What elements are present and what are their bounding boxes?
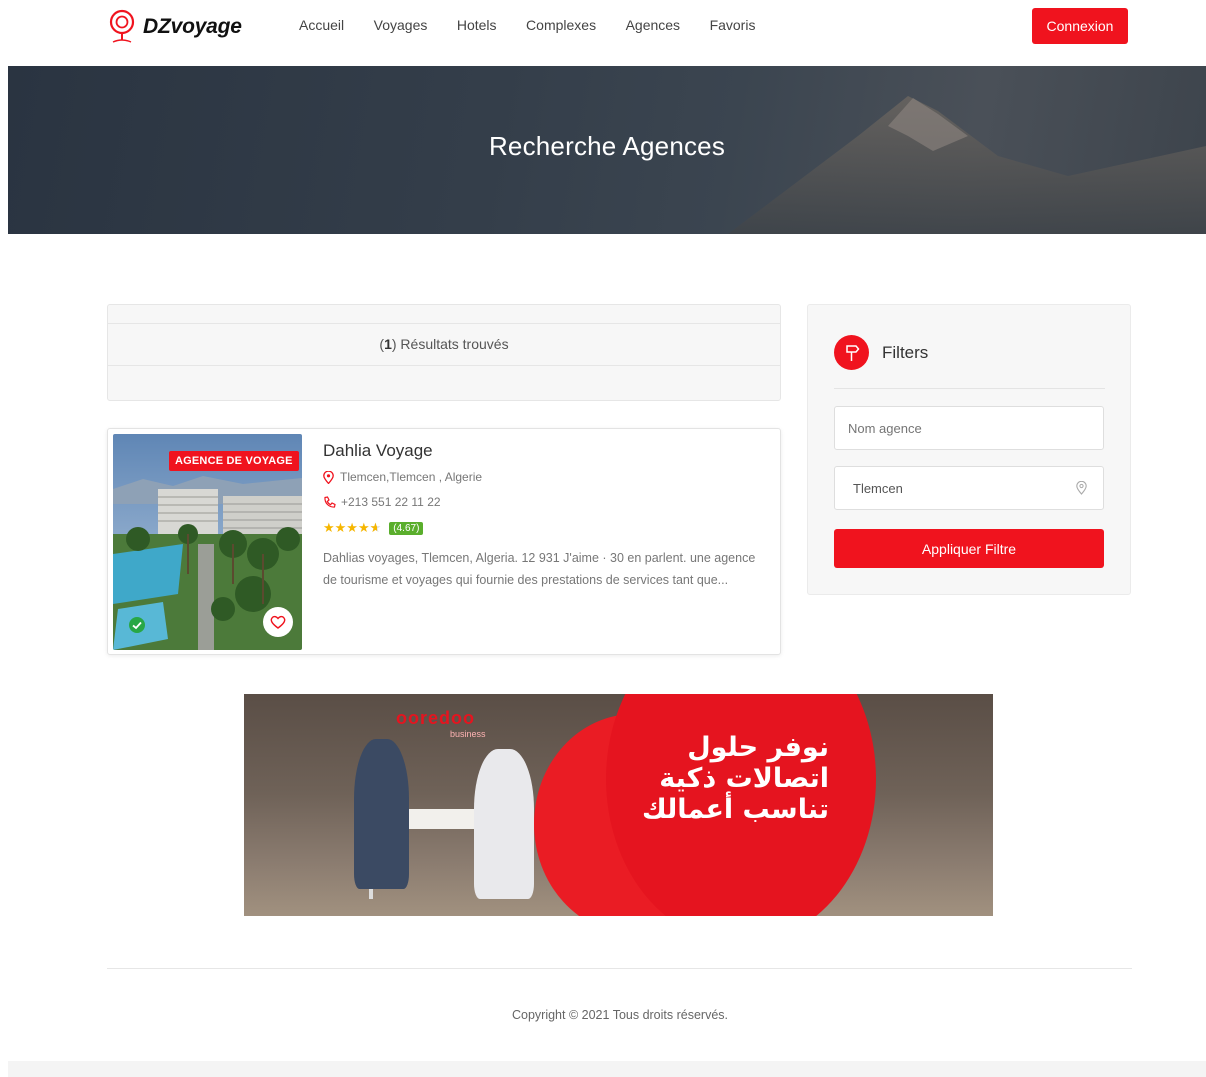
nav-item-voyages[interactable]: Voyages xyxy=(374,17,428,33)
agency-image[interactable]: AGENCE DE VOYAGE xyxy=(113,434,302,650)
location-pin-logo-icon xyxy=(107,9,137,45)
city-input[interactable]: Tlemcen xyxy=(834,466,1104,510)
brand-name: DZvoyage xyxy=(143,15,242,38)
banner-person-left xyxy=(354,739,409,889)
agency-address-text: Tlemcen,Tlemcen , Algerie xyxy=(340,470,483,484)
apply-filter-button[interactable]: Appliquer Filtre xyxy=(834,529,1104,568)
agency-address: Tlemcen,Tlemcen , Algerie xyxy=(323,470,482,484)
heart-icon[interactable] xyxy=(263,607,293,637)
banner-arabic-text: نوفر حلول اتصالات ذكية تناسب أعمالك xyxy=(639,732,829,825)
banner-line-2: اتصالات ذكية xyxy=(659,763,829,794)
brand-logo[interactable]: DZvoyage xyxy=(107,9,242,45)
phone-icon xyxy=(323,495,336,509)
results-count-value: 1 xyxy=(384,336,392,352)
nav-item-favoris[interactable]: Favoris xyxy=(710,17,756,33)
filters-header: Filters xyxy=(834,335,928,370)
copyright-text: Copyright © 2021 Tous droits réservés. xyxy=(511,1008,729,1022)
location-pin-icon xyxy=(323,470,334,484)
rating-value-badge: (4.67) xyxy=(389,521,424,535)
nav-item-hotels[interactable]: Hotels xyxy=(457,17,497,33)
ooredoo-logo: ooredoo xyxy=(396,708,475,728)
agency-name[interactable]: Dahlia Voyage xyxy=(323,441,433,461)
check-circle-icon xyxy=(129,617,145,633)
nav-item-complexes[interactable]: Complexes xyxy=(526,17,596,33)
filters-title: Filters xyxy=(882,342,929,362)
banner-person-right xyxy=(474,749,534,899)
hero-banner: Recherche Agences xyxy=(8,66,1206,234)
ooredoo-ad-banner[interactable]: ooredoo business نوفر حلول اتصالات ذكية … xyxy=(244,694,993,916)
ooredoo-logo-sub: business xyxy=(450,729,486,739)
filters-divider xyxy=(834,388,1105,389)
main-nav: Accueil Voyages Hotels Complexes Agences… xyxy=(299,17,785,33)
nav-item-agences[interactable]: Agences xyxy=(626,17,680,33)
page-title: Recherche Agences xyxy=(488,131,726,161)
nav-item-accueil[interactable]: Accueil xyxy=(299,17,344,33)
results-count: (1) Résultats trouvés xyxy=(108,323,780,366)
agency-phone-text[interactable]: +213 551 22 11 22 xyxy=(341,495,441,509)
agency-rating: ★★★★★ ★ (4.67) xyxy=(323,520,424,536)
top-navbar: DZvoyage Accueil Voyages Hotels Complexe… xyxy=(0,0,1206,58)
rating-stars-icon: ★★★★★ ★ xyxy=(323,520,382,535)
agency-card[interactable]: AGENCE DE VOYAGE Dahlia Voyage Tlemcen,T… xyxy=(107,428,781,655)
banner-line-3: تناسب أعمالك xyxy=(641,794,829,825)
banner-line-1: نوفر حلول xyxy=(687,732,829,763)
agency-name-input[interactable] xyxy=(834,406,1104,450)
location-pin-icon xyxy=(1076,481,1087,495)
signpost-icon xyxy=(834,335,869,370)
city-input-value: Tlemcen xyxy=(853,480,903,496)
footer-divider xyxy=(107,968,1132,969)
agency-type-badge: AGENCE DE VOYAGE xyxy=(169,451,299,471)
bottom-bar xyxy=(8,1061,1206,1077)
agency-description: Dahlias voyages, Tlemcen, Algeria. 12 93… xyxy=(323,551,756,587)
filters-panel: Filters Tlemcen Appliquer Filtre xyxy=(807,304,1131,595)
results-summary-box: (1) Résultats trouvés xyxy=(107,304,781,401)
agency-phone: +213 551 22 11 22 xyxy=(323,495,441,509)
login-button[interactable]: Connexion xyxy=(1032,8,1128,44)
results-count-label: Résultats trouvés xyxy=(400,336,509,352)
